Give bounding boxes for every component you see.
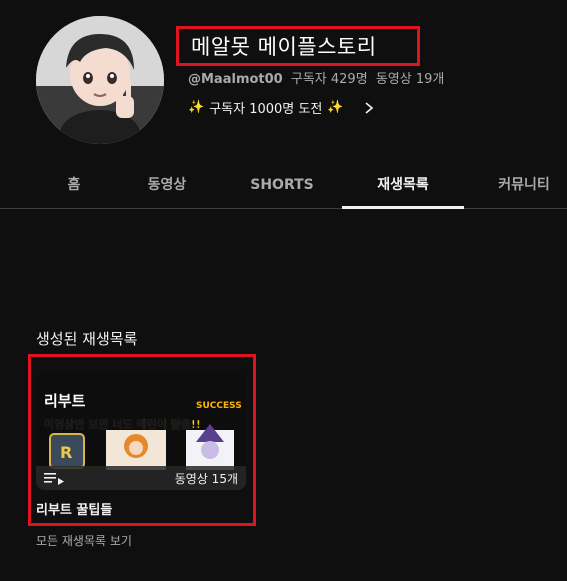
channel-title: 메알못 메이플스토리 (191, 35, 377, 59)
tab-community[interactable]: 커뮤니티 (486, 160, 562, 208)
svg-text:리부트: 리부트 (44, 392, 86, 410)
tab-videos[interactable]: 동영상 (130, 160, 204, 208)
challenge-text: 구독자 1000명 도전 (209, 102, 323, 117)
sparkle-icon: ✨ (327, 100, 344, 115)
thumbnail-overlay: 동영상 15개 (36, 466, 246, 490)
channel-description[interactable]: ✨ 구독자 1000명 도전 ✨ (188, 98, 376, 117)
channel-avatar[interactable] (36, 16, 164, 144)
channel-title-highlight: 메알못 메이플스토리 (176, 26, 420, 66)
playlist-thumbnail[interactable]: 리부트 이영상만 보면 너도 메린이 탈출!! SUCCESS R 동영상 15… (36, 372, 246, 490)
tab-home[interactable]: 홈 (52, 160, 96, 208)
tab-playlists[interactable]: 재생목록 (342, 160, 464, 209)
channel-handle: @Maalmot00 (188, 72, 283, 87)
playlist-title[interactable]: 리부트 꿀팁들 (36, 499, 112, 518)
sparkle-icon: ✨ (188, 100, 205, 115)
svg-text:R: R (60, 443, 72, 462)
svg-text:이영상만 보면 너도 메린이 탈출!!: 이영상만 보면 너도 메린이 탈출!! (44, 417, 201, 431)
channel-tabs: 홈 동영상 SHORTS 재생목록 커뮤니티 (0, 160, 567, 209)
tab-shorts[interactable]: SHORTS (236, 160, 328, 208)
chevron-right-icon[interactable] (362, 101, 376, 115)
playlist-icon (44, 473, 64, 485)
svg-text:SUCCESS: SUCCESS (196, 401, 242, 411)
section-title: 생성된 재생목록 (36, 330, 138, 348)
view-all-playlists-link[interactable]: 모든 재생목록 보기 (36, 532, 132, 549)
channel-meta: @Maalmot00 구독자 429명 동영상 19개 (188, 68, 444, 87)
avatar-illustration (36, 16, 164, 144)
subscriber-count: 구독자 429명 (290, 72, 368, 87)
playlist-video-count: 동영상 15개 (174, 471, 238, 486)
video-count: 동영상 19개 (375, 72, 445, 87)
